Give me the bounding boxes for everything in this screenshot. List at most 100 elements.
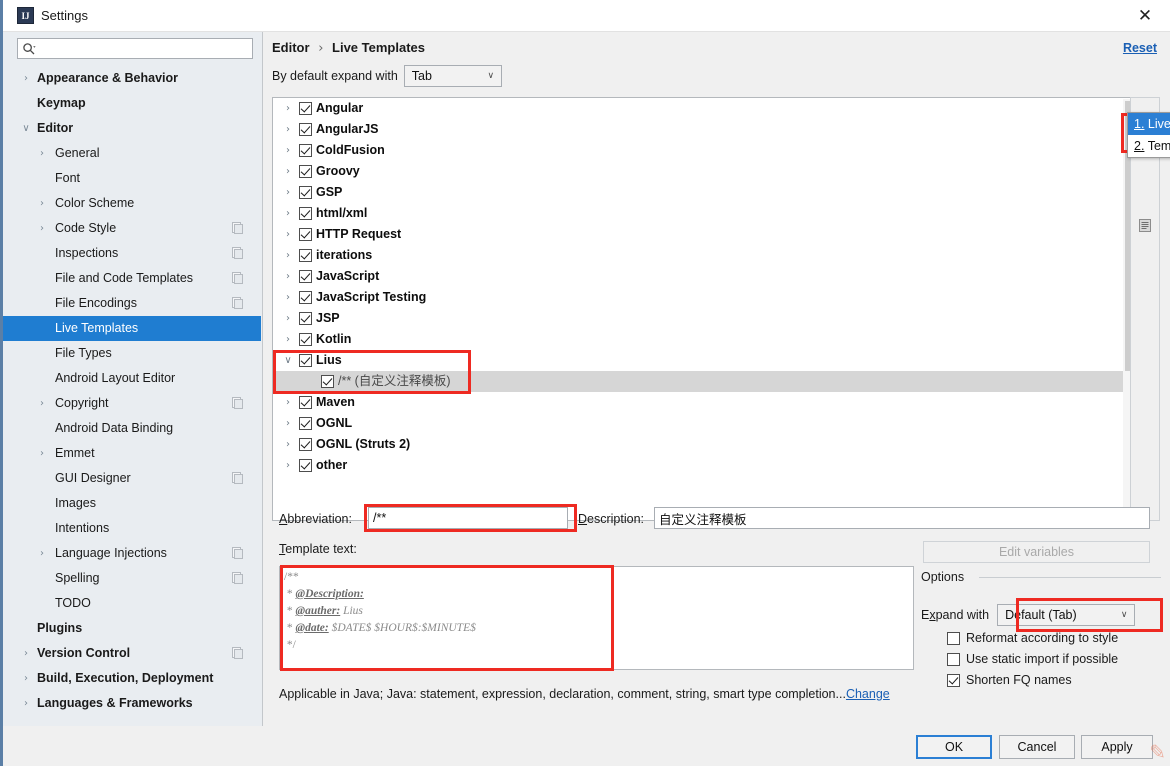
sidebar-item-intentions[interactable]: Intentions <box>3 516 261 541</box>
checkbox-reformat-box[interactable] <box>947 631 960 645</box>
chevron-right-icon[interactable]: › <box>281 266 295 287</box>
chevron-right-icon[interactable]: › <box>281 308 295 329</box>
chevron-right-icon[interactable]: › <box>281 119 295 140</box>
template-group-row[interactable]: › Kotlin <box>273 329 1137 350</box>
sidebar-item-color-scheme[interactable]: › Color Scheme <box>3 191 261 216</box>
search-input[interactable] <box>42 41 247 57</box>
chevron-right-icon[interactable]: › <box>281 224 295 245</box>
sidebar-item-gui-designer[interactable]: GUI Designer <box>3 466 261 491</box>
chevron-down-icon[interactable]: ∨ <box>281 350 295 371</box>
template-group-row[interactable]: › ColdFusion <box>273 140 1137 161</box>
template-checkbox[interactable] <box>299 165 312 178</box>
reset-link[interactable]: Reset <box>1123 41 1157 55</box>
sidebar-item-font[interactable]: Font <box>3 166 261 191</box>
sidebar-item-editor[interactable]: ∨ Editor <box>3 116 261 141</box>
cancel-button[interactable]: Cancel <box>999 735 1075 759</box>
template-group-row[interactable]: ∨ Lius <box>273 350 1137 371</box>
chevron-right-icon[interactable]: › <box>19 691 33 716</box>
search-box[interactable] <box>17 38 253 59</box>
sidebar-item-file-and-code-templates[interactable]: File and Code Templates <box>3 266 261 291</box>
sidebar-item-file-types[interactable]: File Types <box>3 341 261 366</box>
chevron-right-icon[interactable]: › <box>281 329 295 350</box>
chevron-right-icon[interactable]: › <box>281 287 295 308</box>
template-group-row[interactable]: › HTTP Request <box>273 224 1137 245</box>
sidebar-item-todo[interactable]: TODO <box>3 591 261 616</box>
copy-template-icon[interactable] <box>1138 218 1153 233</box>
template-checkbox[interactable] <box>299 207 312 220</box>
checkbox-static-import[interactable]: Use static import if possible <box>947 652 1118 666</box>
live-templates-list[interactable]: › Angular › AngularJS › ColdFusion › Groovy › GSP… <box>272 97 1138 521</box>
chevron-right-icon[interactable]: › <box>35 541 49 566</box>
template-checkbox[interactable] <box>299 186 312 199</box>
chevron-right-icon[interactable]: › <box>281 182 295 203</box>
sidebar-item-code-style[interactable]: › Code Style <box>3 216 261 241</box>
template-text-editor[interactable]: /** * @Description: * @auther: Lius * @d… <box>279 566 914 670</box>
template-group-row[interactable]: › AngularJS <box>273 119 1137 140</box>
sidebar-item-language-injections[interactable]: › Language Injections <box>3 541 261 566</box>
sidebar-item-live-templates[interactable]: Live Templates <box>3 316 261 341</box>
sidebar-item-emmet[interactable]: › Emmet <box>3 441 261 466</box>
chevron-right-icon[interactable]: › <box>281 245 295 266</box>
chevron-right-icon[interactable]: › <box>281 98 295 119</box>
template-group-row[interactable]: › Maven <box>273 392 1137 413</box>
template-group-row[interactable]: › Groovy <box>273 161 1137 182</box>
default-expand-dropdown[interactable]: Tab ∨ <box>403 65 502 87</box>
chevron-right-icon[interactable]: › <box>281 203 295 224</box>
chevron-right-icon[interactable]: › <box>281 140 295 161</box>
sidebar-item-version-control[interactable]: › Version Control <box>3 641 261 666</box>
template-checkbox[interactable] <box>299 417 312 430</box>
expand-with-dropdown[interactable]: Default (Tab) ∨ <box>997 604 1136 626</box>
sidebar-item-appearance-behavior[interactable]: › Appearance & Behavior <box>3 66 261 91</box>
template-checkbox[interactable] <box>299 459 312 472</box>
template-group-row[interactable]: › JSP <box>273 308 1137 329</box>
checkbox-static-import-box[interactable] <box>947 652 960 666</box>
template-checkbox[interactable] <box>299 270 312 283</box>
template-group-row[interactable]: › iterations <box>273 245 1137 266</box>
template-checkbox[interactable] <box>299 228 312 241</box>
sidebar-item-inspections[interactable]: Inspections <box>3 241 261 266</box>
close-icon[interactable]: ✕ <box>1130 4 1160 28</box>
sidebar-item-copyright[interactable]: › Copyright <box>3 391 261 416</box>
template-group-row[interactable]: › Angular <box>273 98 1137 119</box>
checkbox-shorten-fq[interactable]: Shorten FQ names <box>947 673 1072 687</box>
template-checkbox[interactable] <box>299 249 312 262</box>
template-checkbox[interactable] <box>321 375 334 388</box>
sidebar-item-file-encodings[interactable]: File Encodings <box>3 291 261 316</box>
breadcrumb-parent[interactable]: Editor <box>272 40 310 55</box>
checkbox-reformat[interactable]: Reformat according to style <box>947 631 1118 645</box>
chevron-right-icon[interactable]: › <box>35 441 49 466</box>
chevron-right-icon[interactable]: › <box>281 161 295 182</box>
edit-variables-button[interactable]: Edit variables <box>923 541 1150 563</box>
template-group-row[interactable]: › JavaScript <box>273 266 1137 287</box>
sidebar-item-spelling[interactable]: Spelling <box>3 566 261 591</box>
chevron-right-icon[interactable]: › <box>35 191 49 216</box>
template-checkbox[interactable] <box>299 396 312 409</box>
sidebar-item-android-data-binding[interactable]: Android Data Binding <box>3 416 261 441</box>
template-checkbox[interactable] <box>299 312 312 325</box>
chevron-right-icon[interactable]: › <box>35 391 49 416</box>
template-checkbox[interactable] <box>299 144 312 157</box>
popup-item-template-group[interactable]: 2. Temp <box>1128 135 1170 157</box>
sidebar-item-images[interactable]: Images <box>3 491 261 516</box>
chevron-down-icon[interactable]: ∨ <box>19 116 33 141</box>
sidebar-item-general[interactable]: › General <box>3 141 261 166</box>
checkbox-shorten-fq-box[interactable] <box>947 673 960 687</box>
template-group-row[interactable]: › OGNL (Struts 2) <box>273 434 1137 455</box>
chevron-right-icon[interactable]: › <box>281 434 295 455</box>
popup-item-live-template[interactable]: 1. Live <box>1128 113 1170 135</box>
sidebar-item-plugins[interactable]: Plugins <box>3 616 261 641</box>
chevron-right-icon[interactable]: › <box>35 141 49 166</box>
template-checkbox[interactable] <box>299 333 312 346</box>
sidebar-item-languages-frameworks[interactable]: › Languages & Frameworks <box>3 691 261 716</box>
chevron-right-icon[interactable]: › <box>35 216 49 241</box>
template-group-row[interactable]: › html/xml <box>273 203 1137 224</box>
chevron-right-icon[interactable]: › <box>281 455 295 476</box>
sidebar-item-keymap[interactable]: Keymap <box>3 91 261 116</box>
template-group-row[interactable]: /** (自定义注释模板) <box>273 371 1137 392</box>
sidebar-item-android-layout-editor[interactable]: Android Layout Editor <box>3 366 261 391</box>
add-template-popup-menu[interactable]: 1. Live 2. Temp <box>1127 112 1170 158</box>
description-input[interactable] <box>654 507 1150 529</box>
ok-button[interactable]: OK <box>916 735 992 759</box>
chevron-right-icon[interactable]: › <box>281 392 295 413</box>
template-group-row[interactable]: › other <box>273 455 1137 476</box>
